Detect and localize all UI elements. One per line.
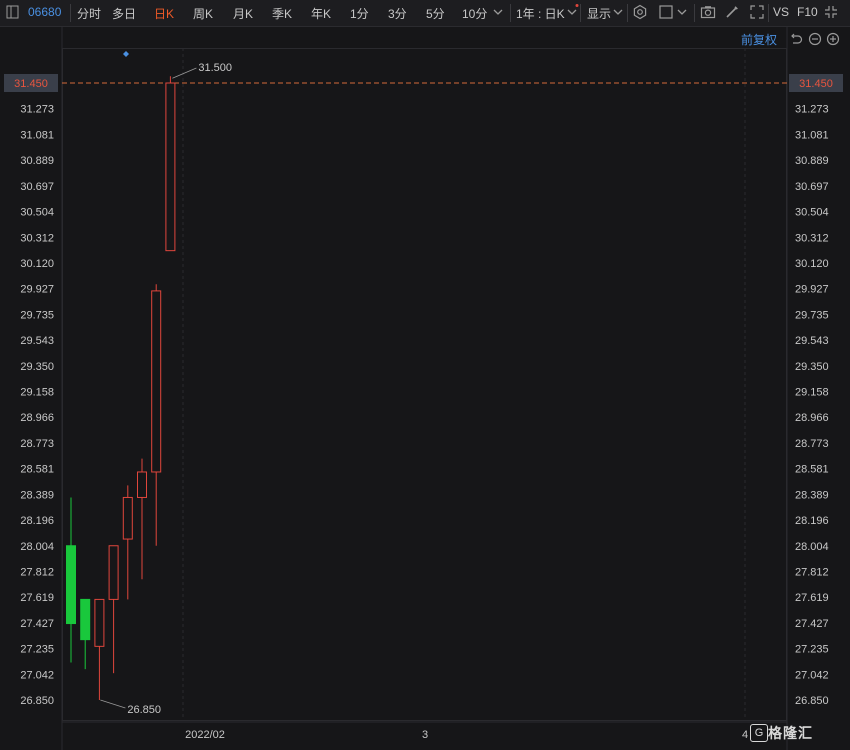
y-tick-label-left: 30.504 (20, 207, 54, 219)
y-tick-label-left: 31.273 (20, 104, 54, 116)
candle-body (122, 496, 133, 540)
y-tick-label-left: 29.927 (20, 284, 54, 296)
event-marker (123, 51, 129, 57)
y-tick-label-right: 29.350 (795, 361, 829, 373)
min-price-label: 26.850 (127, 704, 161, 716)
y-tick-label-left: 27.235 (20, 644, 54, 656)
candle-body (94, 598, 105, 647)
current-price-label-right: 31.450 (799, 78, 833, 90)
y-tick-label-right: 30.697 (795, 181, 829, 193)
y-tick-label-left: 30.312 (20, 232, 54, 244)
y-tick-label-right: 30.120 (795, 258, 829, 270)
y-tick-label-left: 27.812 (20, 566, 54, 578)
y-tick-label-left: 30.120 (20, 258, 54, 270)
current-price-label-left: 31.450 (14, 78, 48, 90)
x-tick-label: 4 (742, 729, 748, 741)
y-tick-label-left: 29.735 (20, 309, 54, 321)
y-tick-label-right: 28.004 (795, 541, 829, 553)
y-tick-label-right: 28.389 (795, 489, 829, 501)
y-tick-label-left: 29.158 (20, 387, 54, 399)
y-tick-label-left: 28.966 (20, 412, 54, 424)
min-annotation-line (100, 699, 126, 709)
max-price-label: 31.500 (198, 62, 232, 74)
y-tick-label-right: 26.850 (795, 695, 829, 707)
y-tick-label-right: 27.619 (795, 592, 829, 604)
y-tick-label-right: 29.927 (795, 284, 829, 296)
y-tick-label-right: 28.581 (795, 464, 829, 476)
candle-body (151, 290, 162, 473)
candle-body (137, 471, 147, 498)
y-tick-label-right: 28.196 (795, 515, 829, 527)
y-tick-label-right: 27.042 (795, 669, 829, 681)
y-tick-label-left: 27.042 (20, 669, 54, 681)
x-tick-label: 3 (422, 729, 428, 741)
y-tick-label-right: 30.312 (795, 232, 829, 244)
y-tick-label-left: 30.697 (20, 181, 54, 193)
y-tick-label-right: 28.773 (795, 438, 829, 450)
y-tick-label-right: 31.081 (795, 129, 829, 141)
y-tick-label-left: 28.773 (20, 438, 54, 450)
candle-body (66, 545, 76, 625)
y-tick-label-right: 31.273 (795, 104, 829, 116)
x-tick-label: 2022/02 (185, 729, 225, 741)
y-tick-label-right: 27.427 (795, 618, 829, 630)
candle-body (165, 82, 176, 252)
y-tick-label-right: 30.889 (795, 155, 829, 167)
candle-body (108, 545, 119, 600)
y-tick-label-left: 28.004 (20, 541, 54, 553)
y-tick-label-left: 31.081 (20, 129, 54, 141)
brand-logo: 格隆汇 (768, 725, 813, 741)
y-tick-label-left: 27.427 (20, 618, 54, 630)
y-tick-label-left: 30.889 (20, 155, 54, 167)
y-tick-label-right: 27.235 (795, 644, 829, 656)
y-tick-label-left: 28.581 (20, 464, 54, 476)
candle-body (80, 598, 91, 641)
brand-logo-mark: G (750, 724, 768, 742)
y-tick-label-left: 28.389 (20, 489, 54, 501)
y-tick-label-right: 30.504 (795, 207, 829, 219)
y-tick-label-left: 29.543 (20, 335, 54, 347)
y-tick-label-right: 27.812 (795, 566, 829, 578)
kline-chart[interactable]: 31.273 31.273 31.081 31.081 30.889 30.889 30.6… (0, 0, 850, 750)
y-tick-label-left: 28.196 (20, 515, 54, 527)
y-tick-label-right: 29.543 (795, 335, 829, 347)
y-tick-label-right: 29.158 (795, 387, 829, 399)
y-tick-label-left: 26.850 (20, 695, 54, 707)
y-tick-label-left: 29.350 (20, 361, 54, 373)
y-tick-label-right: 29.735 (795, 309, 829, 321)
y-tick-label-right: 28.966 (795, 412, 829, 424)
y-tick-label-left: 27.619 (20, 592, 54, 604)
max-annotation-line (172, 67, 197, 79)
